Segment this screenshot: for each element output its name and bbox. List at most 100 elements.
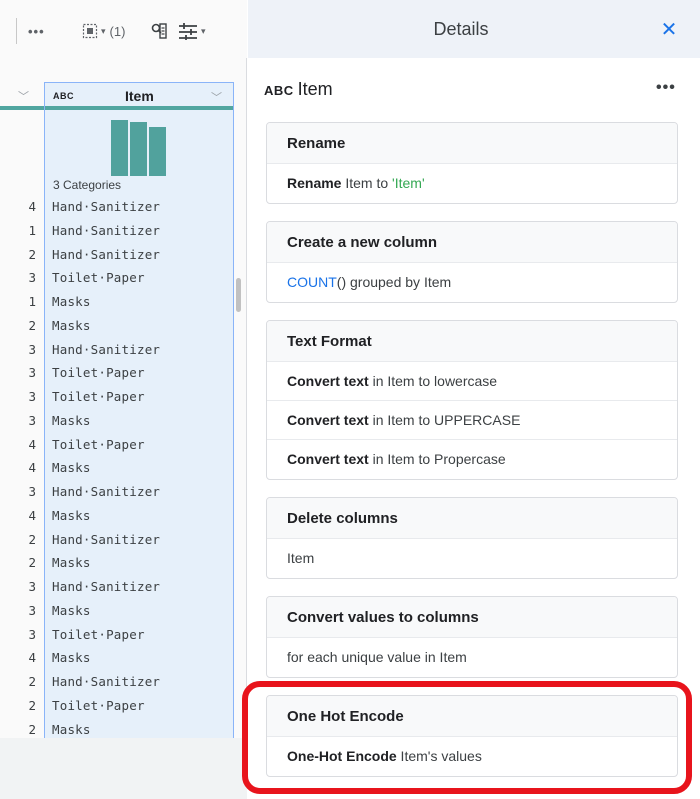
more-options-icon[interactable]: ••• xyxy=(656,79,676,97)
row-index-value: 4 xyxy=(28,436,36,452)
table-row[interactable]: 3 Hand·Sanitizer xyxy=(0,339,234,363)
table-row[interactable]: 3 Toilet·Paper xyxy=(0,267,234,291)
category-histogram[interactable] xyxy=(111,120,167,176)
table-row[interactable]: 3 Masks xyxy=(0,600,234,624)
select-columns-button[interactable]: ▾ (1) xyxy=(82,18,125,44)
table-row[interactable]: 2 Masks xyxy=(0,552,234,576)
item-cell[interactable]: Toilet·Paper xyxy=(52,389,145,404)
row-index-value: 3 xyxy=(28,579,36,594)
row-index-value: 3 xyxy=(28,602,36,618)
item-cell[interactable]: Toilet·Paper xyxy=(52,437,145,452)
tune-button[interactable]: ▾ xyxy=(178,18,206,44)
table-row[interactable]: 2 Toilet·Paper xyxy=(0,695,234,719)
details-header: Details ✕ xyxy=(248,0,700,58)
item-cell[interactable]: Hand·Sanitizer xyxy=(52,579,160,594)
item-cell[interactable]: Hand·Sanitizer xyxy=(52,532,160,547)
rename-suggestion[interactable]: Rename Item to 'Item' xyxy=(267,164,677,203)
item-column-header[interactable]: ABC Item ﹀ xyxy=(45,82,233,110)
table-row[interactable]: 4 Masks xyxy=(0,505,234,529)
table-row[interactable]: 3 Toilet·Paper xyxy=(0,624,234,648)
histogram-bar[interactable] xyxy=(111,120,128,176)
selected-count: (1) xyxy=(109,23,126,39)
histogram-bar[interactable] xyxy=(130,122,147,176)
row-index-value: 2 xyxy=(28,697,36,713)
lowercase-suggestion[interactable]: Convert text in Item to lowercase xyxy=(267,362,677,401)
chevron-down-icon[interactable]: ﹀ xyxy=(18,88,29,104)
table-row[interactable]: 1 Masks xyxy=(0,291,234,315)
uppercase-suggestion[interactable]: Convert text in Item to UPPERCASE xyxy=(267,401,677,440)
propercase-suggestion[interactable]: Convert text in Item to Propercase xyxy=(267,440,677,479)
text-format-card: Text Format Convert text in Item to lowe… xyxy=(266,320,678,480)
histogram-bar[interactable] xyxy=(149,127,166,176)
suggestion-text: in Item to Propercase xyxy=(368,451,506,467)
suggestion-new-name: 'Item' xyxy=(392,175,425,191)
item-cell[interactable]: Masks xyxy=(52,555,91,570)
count-grouped-suggestion[interactable]: COUNT() grouped by Item xyxy=(267,263,677,302)
item-cell[interactable]: Masks xyxy=(52,650,91,665)
table-row[interactable]: 2 Hand·Sanitizer xyxy=(0,671,234,695)
select-columns-icon xyxy=(82,23,98,39)
chevron-down-icon[interactable]: ﹀ xyxy=(211,89,222,105)
item-cell[interactable]: Toilet·Paper xyxy=(52,365,145,380)
suggestion-action: Convert text xyxy=(287,412,369,428)
find-in-column-button[interactable] xyxy=(150,18,168,44)
table-row[interactable]: 4 Hand·Sanitizer xyxy=(0,196,234,220)
vertical-scrollbar[interactable] xyxy=(236,278,241,312)
values-to-columns-card: Convert values to columns for each uniqu… xyxy=(266,596,678,678)
table-row[interactable]: 2 Hand·Sanitizer xyxy=(0,244,234,268)
card-title: Text Format xyxy=(267,321,677,362)
more-horizontal-icon[interactable]: ••• xyxy=(28,18,45,44)
row-index-value: 1 xyxy=(28,222,36,238)
item-cell[interactable]: Masks xyxy=(52,603,91,618)
table-row[interactable]: 4 Masks xyxy=(0,647,234,671)
row-index-value: 2 xyxy=(28,555,36,571)
table-row[interactable]: 3 Toilet·Paper xyxy=(0,362,234,386)
column-name: Item xyxy=(125,88,154,104)
item-cell[interactable]: Hand·Sanitizer xyxy=(52,199,160,214)
row-index-value: 4 xyxy=(28,650,36,666)
table-row[interactable]: 4 Masks xyxy=(0,457,234,481)
item-cell[interactable]: Hand·Sanitizer xyxy=(52,247,160,262)
string-type-badge: ABC xyxy=(264,83,294,98)
table-row[interactable]: 2 Masks xyxy=(0,315,234,339)
values-to-columns-suggestion[interactable]: for each unique value in Item xyxy=(267,638,677,677)
create-column-card: Create a new column COUNT() grouped by I… xyxy=(266,221,678,303)
table-row[interactable]: 2 Hand·Sanitizer xyxy=(0,529,234,553)
data-grid-pane: ••• ▾ (1) ▾ ﹀ ABC Item ﹀ 3 Categories 4 … xyxy=(0,0,247,799)
table-row[interactable]: 3 Masks xyxy=(0,410,234,434)
item-cell[interactable]: Masks xyxy=(52,294,91,309)
table-row[interactable]: 3 Hand·Sanitizer xyxy=(0,481,234,505)
item-cell[interactable]: Toilet·Paper xyxy=(52,698,145,713)
table-row[interactable]: 1 Hand·Sanitizer xyxy=(0,220,234,244)
row-number-column-header[interactable]: ﹀ xyxy=(0,82,44,110)
suggestion-action: Rename xyxy=(287,175,342,191)
row-index-value: 3 xyxy=(28,270,36,286)
row-index-value: 3 xyxy=(28,365,36,381)
suggestion-action: Convert text xyxy=(287,451,369,467)
row-index-value: 3 xyxy=(28,389,36,404)
item-cell[interactable]: Toilet·Paper xyxy=(52,627,145,642)
card-title: Delete columns xyxy=(267,498,677,539)
item-cell[interactable]: Masks xyxy=(52,460,91,475)
item-cell[interactable]: Masks xyxy=(52,722,91,737)
delete-column-suggestion[interactable]: Item xyxy=(267,539,677,578)
card-title: Create a new column xyxy=(267,222,677,263)
row-index-value: 3 xyxy=(28,341,36,357)
table-row[interactable]: 3 Hand·Sanitizer xyxy=(0,576,234,600)
card-title: Convert values to columns xyxy=(267,597,677,638)
grid-toolbar: ••• ▾ (1) ▾ xyxy=(0,0,247,58)
close-icon[interactable]: ✕ xyxy=(657,18,681,42)
item-cell[interactable]: Masks xyxy=(52,413,91,428)
item-cell[interactable]: Hand·Sanitizer xyxy=(52,484,160,499)
item-cell[interactable]: Toilet·Paper xyxy=(52,270,145,285)
toolbar-divider xyxy=(16,18,17,44)
suggestion-text: () grouped by Item xyxy=(336,274,452,290)
row-index-value: 2 xyxy=(28,531,36,547)
item-cell[interactable]: Masks xyxy=(52,508,91,523)
item-cell[interactable]: Hand·Sanitizer xyxy=(52,342,160,357)
item-cell[interactable]: Hand·Sanitizer xyxy=(52,223,160,238)
item-cell[interactable]: Masks xyxy=(52,318,91,333)
item-cell[interactable]: Hand·Sanitizer xyxy=(52,674,160,689)
table-row[interactable]: 4 Toilet·Paper xyxy=(0,434,234,458)
table-row[interactable]: 3 Toilet·Paper xyxy=(0,386,234,410)
